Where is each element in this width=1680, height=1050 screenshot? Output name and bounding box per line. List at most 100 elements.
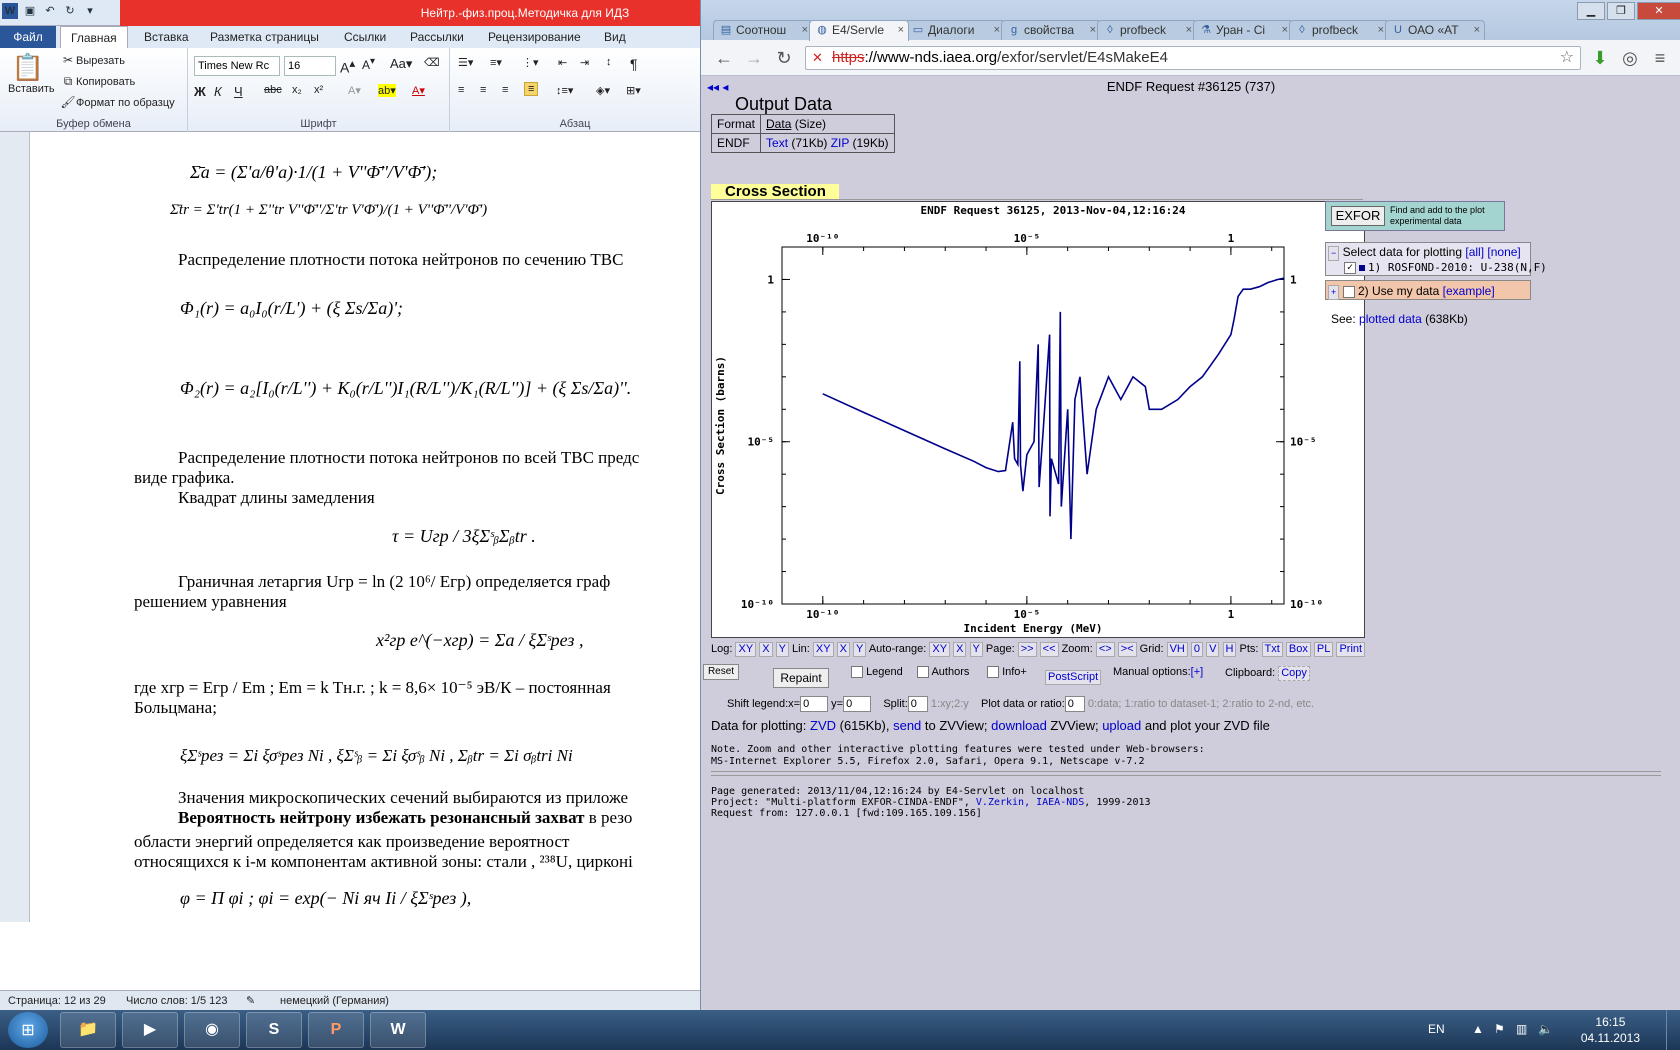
chrome-icon[interactable]: ◉ (184, 1012, 240, 1048)
media-player-icon[interactable]: ▶ (122, 1012, 178, 1048)
download-link[interactable]: download (991, 718, 1047, 733)
show-hidden-icons-icon[interactable]: ▲ (1472, 1022, 1484, 1036)
send-link[interactable]: send (893, 718, 921, 733)
print-button[interactable]: Print (1336, 642, 1366, 657)
cut-button[interactable]: ✂ Вырезать (60, 52, 125, 68)
close-tab-icon[interactable]: × (898, 21, 904, 39)
dataset-2-checkbox[interactable] (1342, 285, 1355, 298)
author-link[interactable]: V.Zerkin, IAEA-NDS (976, 797, 1084, 808)
tab-references[interactable]: Ссылки (334, 26, 396, 48)
lin-xy-button[interactable]: XY (812, 642, 834, 657)
zoom-in-button[interactable]: <> (1095, 642, 1115, 657)
info-checkbox[interactable] (987, 666, 999, 679)
reload-icon[interactable]: ↻ (773, 48, 795, 69)
lin-x-button[interactable]: X (836, 642, 850, 657)
borders-icon[interactable]: ⊞▾ (626, 84, 641, 97)
legend-checkbox[interactable] (851, 666, 863, 679)
bookmark-star-icon[interactable]: ☆ (1560, 47, 1574, 69)
extension-icon[interactable]: ◎ (1619, 48, 1641, 69)
align-right-icon[interactable]: ≡ (502, 84, 508, 96)
copy-button[interactable]: ⧉ Копировать (60, 73, 136, 89)
italic-button[interactable]: К (214, 84, 222, 99)
explorer-icon[interactable]: 📁 (60, 1012, 116, 1048)
powerpoint-icon[interactable]: P (308, 1012, 364, 1048)
page-counter[interactable]: Страница: 12 из 29 (8, 991, 106, 1011)
close-tab-icon[interactable]: × (994, 21, 1000, 39)
grow-font-button[interactable]: A▴ (340, 56, 355, 76)
spellcheck-icon[interactable]: ✎ (246, 991, 255, 1011)
tab-file[interactable]: Файл (0, 26, 56, 48)
browser-tab[interactable]: ⚗ Уран - Сі × (1193, 20, 1293, 40)
log-xy-button[interactable]: XY (735, 642, 757, 657)
underline-button[interactable]: Ч (234, 84, 243, 99)
page-next-button[interactable]: >> (1017, 642, 1037, 657)
dataset-1-checkbox[interactable]: ✓ (1344, 262, 1356, 274)
page-prev-button[interactable]: << (1039, 642, 1059, 657)
volume-icon[interactable]: 🔈 (1538, 1022, 1553, 1036)
close-tab-icon[interactable]: × (1282, 21, 1288, 39)
justify-icon[interactable]: ≡ (524, 82, 539, 96)
txt-button[interactable]: Txt (1261, 642, 1283, 657)
font-size-select[interactable]: 16 (284, 56, 336, 76)
undo-icon[interactable]: ↶ (42, 3, 58, 19)
save-icon[interactable]: ▣ (22, 3, 38, 19)
auto-xy-button[interactable]: XY (929, 642, 951, 657)
select-all-link[interactable]: [all] (1465, 245, 1484, 259)
menu-icon[interactable]: ≡ (1649, 48, 1671, 69)
exfor-button[interactable]: EXFOR (1331, 206, 1385, 226)
grid-h-button[interactable]: H (1222, 642, 1237, 657)
reset-button[interactable]: Reset (703, 664, 739, 680)
strikethrough-button[interactable]: abc (264, 84, 282, 96)
upload-link[interactable]: upload (1102, 718, 1141, 733)
close-tab-icon[interactable]: × (802, 21, 808, 39)
auto-y-button[interactable]: Y (969, 642, 983, 657)
ratio-input[interactable]: 0 (1064, 696, 1085, 712)
multilevel-list-icon[interactable]: ⋮▾ (522, 56, 539, 69)
font-color-icon[interactable]: A▾ (412, 84, 425, 97)
close-tab-icon[interactable]: × (1090, 21, 1096, 39)
authors-checkbox[interactable] (917, 666, 929, 679)
word-count[interactable]: Число слов: 1/5 123 (126, 991, 228, 1011)
align-left-icon[interactable]: ≡ (458, 84, 464, 96)
document-page[interactable]: Σ̄a = (Σ'a/θ'a)·1/(1 + V''Φ̄''/V'Φ̄'); Σ… (30, 132, 700, 922)
font-name-select[interactable]: Times New Rc (194, 56, 280, 76)
tab-review[interactable]: Рецензирование (478, 26, 591, 48)
minimize-button[interactable]: ▁ (1577, 2, 1605, 20)
paste-button[interactable]: 📋 Вставить (8, 52, 55, 95)
highlight-icon[interactable]: ab▾ (378, 84, 396, 97)
close-tab-icon[interactable]: × (1186, 21, 1192, 39)
text-effects-icon[interactable]: A▾ (348, 84, 361, 97)
close-tab-icon[interactable]: × (1378, 21, 1384, 39)
example-link[interactable]: [example] (1443, 284, 1495, 298)
split-input[interactable]: 0 (907, 696, 928, 712)
numbering-icon[interactable]: ≡▾ (490, 56, 502, 69)
zoom-out-button[interactable]: >< (1117, 642, 1137, 657)
tab-insert[interactable]: Вставка (134, 26, 199, 48)
tab-page-layout[interactable]: Разметка страницы (200, 26, 329, 48)
download-extension-icon[interactable]: ⬇ (1589, 48, 1611, 69)
show-desktop-button[interactable] (1666, 1010, 1680, 1050)
close-tab-icon[interactable]: × (1474, 21, 1480, 39)
subscript-button[interactable]: x₂ (292, 84, 302, 96)
repaint-button[interactable]: Repaint (773, 668, 829, 688)
browser-tab[interactable]: ▭ Диалоги × (905, 20, 1005, 40)
expand-toggle-icon[interactable]: + (1328, 285, 1340, 300)
line-spacing-icon[interactable]: ↕≡▾ (556, 84, 573, 97)
manual-options-toggle[interactable]: [+] (1191, 666, 1204, 678)
word-logo-icon[interactable]: W (2, 3, 18, 19)
browser-tab[interactable]: ▤ Соотнош × (713, 20, 813, 40)
redo-icon[interactable]: ↻ (62, 3, 78, 19)
copy-button[interactable]: Copy (1278, 666, 1310, 681)
grid-0-button[interactable]: 0 (1190, 642, 1204, 657)
network-icon[interactable]: ▥ (1516, 1022, 1527, 1036)
zip-download-link[interactable]: ZIP (831, 136, 849, 150)
browser-tab[interactable]: g свойства × (1001, 20, 1101, 40)
superscript-button[interactable]: x² (314, 84, 323, 96)
cross-section-plot[interactable]: ENDF Request 36125, 2013-Nov-04,12:16:24… (711, 201, 1365, 638)
clear-format-icon[interactable]: ⌫ (424, 56, 440, 69)
format-painter-button[interactable]: 🖌Формат по образцу (60, 94, 174, 110)
browser-tab[interactable]: ◊ profbeck × (1097, 20, 1197, 40)
text-download-link[interactable]: Text (766, 136, 788, 150)
increase-indent-icon[interactable]: ⇥ (580, 56, 589, 69)
customize-qat-icon[interactable]: ▾ (82, 3, 98, 19)
